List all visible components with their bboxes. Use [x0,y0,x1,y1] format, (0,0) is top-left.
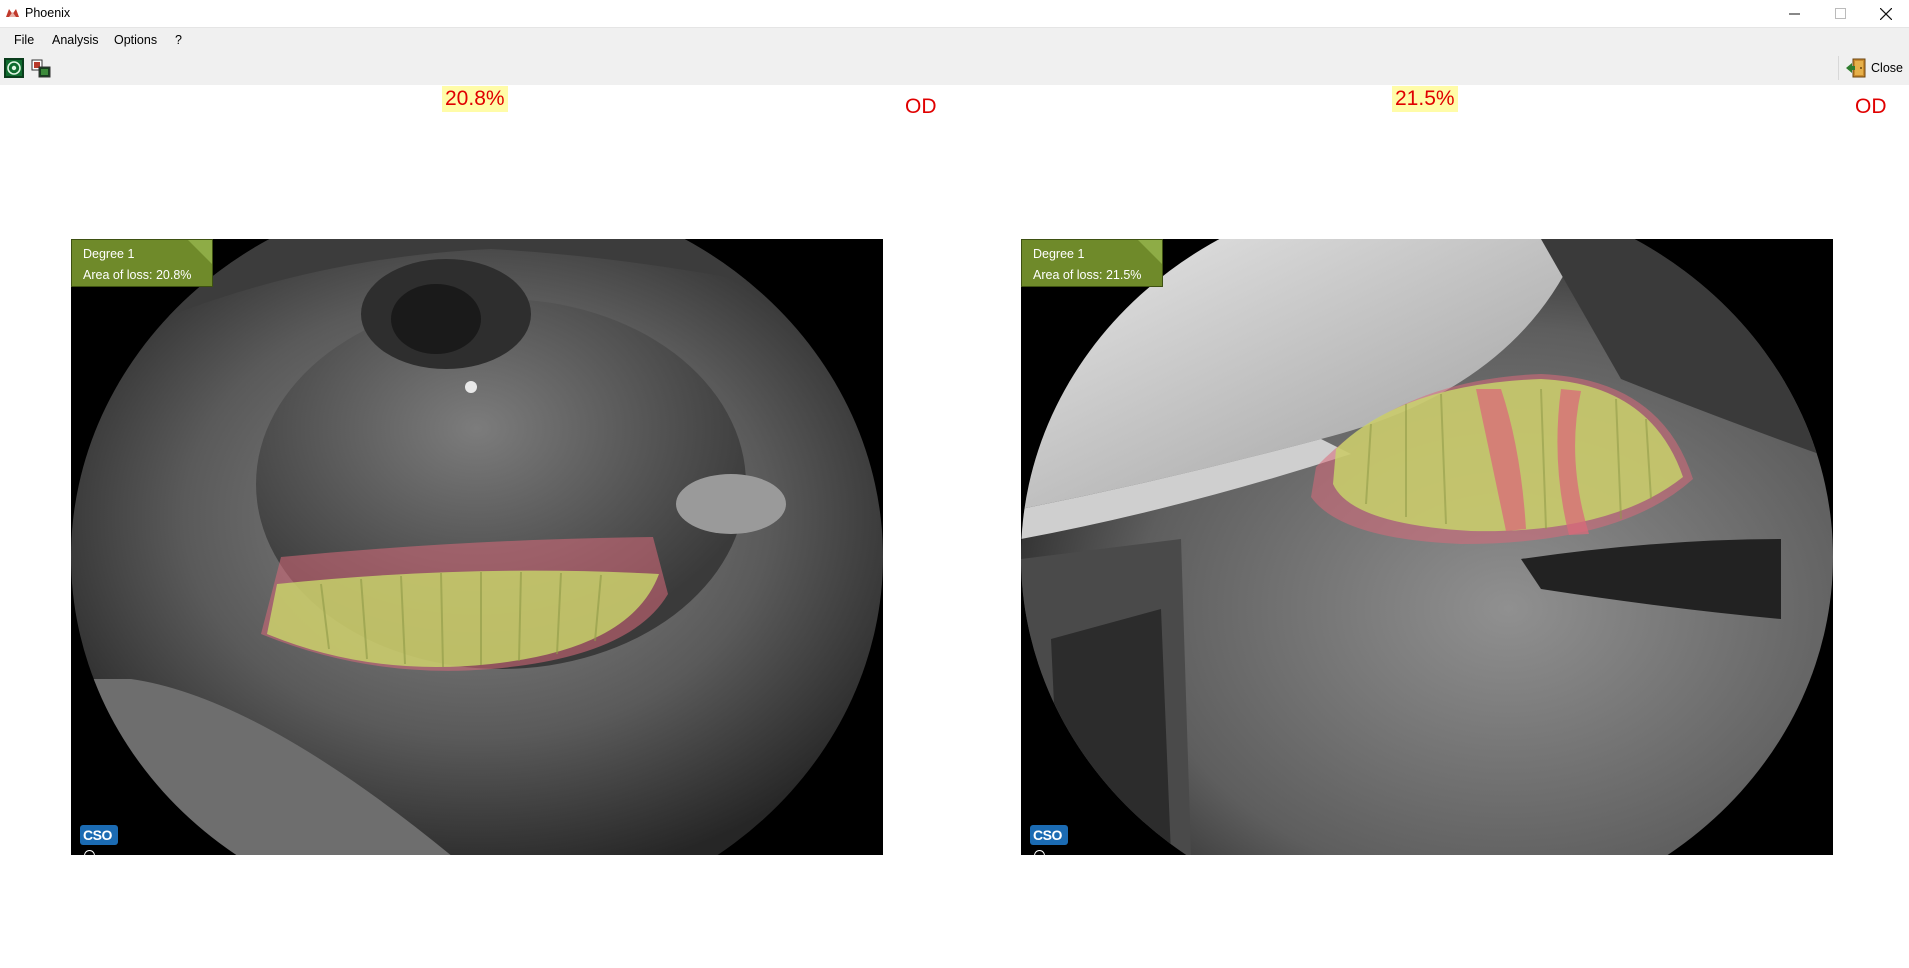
eye-capture-icon[interactable] [4,58,24,78]
right-area-of-loss-label: Area of loss: 21.5% [1033,268,1142,282]
right-degree-box: Degree 1 Area of loss: 21.5% [1021,239,1163,287]
right-cso-logo-text: CSO [1033,827,1062,843]
degree-box-corner [188,240,212,264]
menu-bar: File Analysis Options ? [0,28,1909,52]
toolbar: Close [0,52,1909,85]
right-meibography-image[interactable]: Degree 1 Area of loss: 21.5% CSO [1021,239,1833,855]
left-cso-logo: CSO [80,825,118,855]
title-bar: Phoenix [0,0,1909,28]
exit-door-icon [1846,58,1866,78]
close-icon[interactable] [1863,0,1909,27]
right-percent-label: 21.5% [1392,86,1458,112]
left-area-of-loss-label: Area of loss: 20.8% [83,268,192,282]
left-cso-logo-text: CSO [83,827,112,843]
degree-box-corner [1138,240,1162,264]
close-button[interactable]: Close [1838,56,1903,80]
close-button-label: Close [1871,61,1903,75]
menu-options[interactable]: Options [114,33,157,47]
left-eye-image [71,239,883,855]
right-eye-label: OD [1855,95,1887,118]
maximize-icon[interactable] [1817,0,1863,27]
left-eye-label: OD [905,95,937,118]
minimize-icon[interactable] [1771,0,1817,27]
right-cso-logo: CSO [1030,825,1068,855]
window-title: Phoenix [25,6,71,20]
menu-file[interactable]: File [14,33,34,47]
menu-help[interactable]: ? [175,33,182,47]
globe-icon [1034,850,1045,855]
menu-analysis[interactable]: Analysis [52,33,99,47]
globe-icon [84,850,95,855]
image-compare-icon[interactable] [31,58,51,78]
left-degree-box: Degree 1 Area of loss: 20.8% [71,239,213,287]
right-eye-image [1021,239,1833,855]
left-meibography-image[interactable]: Degree 1 Area of loss: 20.8% CSO [71,239,883,855]
left-percent-label: 20.8% [442,86,508,112]
phoenix-app-icon [5,6,20,20]
